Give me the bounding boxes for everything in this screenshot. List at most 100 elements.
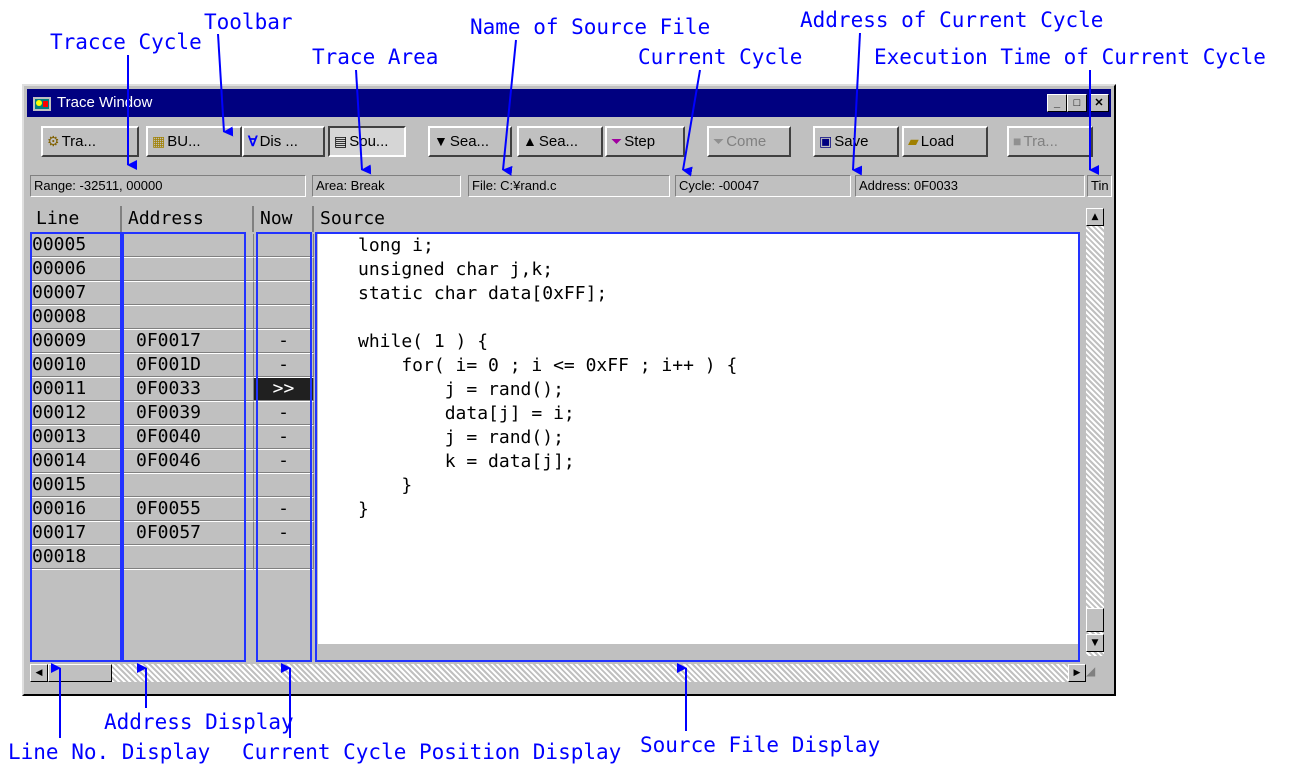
address-cell[interactable]: 0F0057 <box>122 522 254 546</box>
column-header-now[interactable]: Now <box>254 206 314 232</box>
status-range: Range: -32511, 00000 <box>30 175 306 197</box>
address-cell[interactable]: 0F0039 <box>122 402 254 426</box>
address-cell[interactable] <box>122 282 254 306</box>
source-line[interactable]: } <box>358 498 369 522</box>
source-line[interactable]: j = rand(); <box>358 426 564 450</box>
now-cell[interactable]: - <box>254 402 314 426</box>
scroll-up-button[interactable]: ▲ <box>1086 208 1104 226</box>
line-cell[interactable]: 00016 <box>30 498 122 522</box>
address-column: 0F0017 0F001D 0F0033 0F0039 0F0040 0F0046 0F00… <box>122 234 254 645</box>
source-line[interactable]: j = rand(); <box>358 378 564 402</box>
arrow-up-icon: ▲ <box>1091 212 1099 222</box>
resize-grip-icon[interactable]: ◢ <box>1086 664 1106 682</box>
scroll-right-button[interactable]: ▶ <box>1068 664 1086 682</box>
now-cell[interactable]: - <box>254 450 314 474</box>
step-button[interactable]: ⏷ Step <box>605 126 685 157</box>
line-cell[interactable]: 00014 <box>30 450 122 474</box>
trace-stop-button[interactable]: ■ Tra... <box>1007 126 1093 157</box>
column-header-source[interactable]: Source <box>314 206 1086 232</box>
address-cell[interactable]: 0F0033 <box>122 378 254 402</box>
scroll-left-button[interactable]: ◀ <box>30 664 48 682</box>
now-cell[interactable]: - <box>254 330 314 354</box>
source-button-label: Sou... <box>349 133 389 150</box>
title-bar[interactable]: Trace Window _ □ ✕ <box>27 89 1111 117</box>
line-cell[interactable]: 00008 <box>30 306 122 330</box>
save-button[interactable]: ▣ Save <box>813 126 899 157</box>
line-cell[interactable]: 00009 <box>30 330 122 354</box>
search-down-icon: ▼ <box>434 133 448 149</box>
minimize-icon: _ <box>1053 97 1061 109</box>
column-header-address[interactable]: Address <box>122 206 254 232</box>
line-cell[interactable]: 00013 <box>30 426 122 450</box>
address-cell[interactable] <box>122 306 254 330</box>
source-line[interactable]: unsigned char j,k; <box>358 258 553 282</box>
trace-button-label: Tra... <box>61 133 97 150</box>
source-line[interactable]: for( i= 0 ; i <= 0xFF ; i++ ) { <box>358 354 737 378</box>
address-cell[interactable] <box>122 546 254 570</box>
now-cell[interactable]: - <box>254 426 314 450</box>
address-cell[interactable]: 0F0046 <box>122 450 254 474</box>
line-cell[interactable]: 00015 <box>30 474 122 498</box>
callout-trace-area: Trace Area <box>312 45 439 69</box>
trace-stop-icon: ■ <box>1013 133 1022 149</box>
vertical-scroll-thumb[interactable] <box>1086 608 1104 632</box>
address-cell[interactable]: 0F0017 <box>122 330 254 354</box>
column-header-line[interactable]: Line <box>30 206 122 232</box>
disassemble-button-label: Dis ... <box>259 133 298 150</box>
now-cell[interactable] <box>254 258 314 282</box>
now-cell[interactable] <box>254 306 314 330</box>
address-cell[interactable] <box>122 474 254 498</box>
disassemble-button[interactable]: ∀ Dis ... <box>242 126 325 157</box>
now-cell[interactable] <box>254 234 314 258</box>
source-line[interactable]: } <box>358 474 412 498</box>
bus-button[interactable]: ▦ BU... <box>146 126 242 157</box>
now-cell[interactable]: - <box>254 354 314 378</box>
load-button[interactable]: ▰ Load <box>902 126 988 157</box>
address-cell[interactable] <box>122 258 254 282</box>
now-cell[interactable] <box>254 282 314 306</box>
disassemble-icon: ∀ <box>248 133 258 149</box>
line-cell[interactable]: 00005 <box>30 234 122 258</box>
trace-button[interactable]: ⚙ Tra... <box>41 126 139 157</box>
load-icon: ▰ <box>908 133 919 149</box>
close-button[interactable]: ✕ <box>1089 94 1109 112</box>
source-line[interactable]: data[j] = i; <box>358 402 575 426</box>
address-cell[interactable] <box>122 234 254 258</box>
horizontal-scrollbar[interactable]: ◀ ▶ <box>30 664 1086 682</box>
address-cell[interactable]: 0F0055 <box>122 498 254 522</box>
trace-icon: ⚙ <box>47 133 60 149</box>
line-cell[interactable]: 00011 <box>30 378 122 402</box>
source-line[interactable]: static char data[0xFF]; <box>358 282 607 306</box>
search-down-button[interactable]: ▼ Sea... <box>428 126 512 157</box>
callout-execution-time: Execution Time of Current Cycle <box>874 45 1266 69</box>
line-cell[interactable]: 00007 <box>30 282 122 306</box>
horizontal-scroll-thumb[interactable] <box>48 664 112 682</box>
line-cell[interactable]: 00012 <box>30 402 122 426</box>
search-down-label: Sea... <box>449 133 490 150</box>
line-cell[interactable]: 00017 <box>30 522 122 546</box>
come-button[interactable]: ⏷ Come <box>707 126 791 157</box>
source-line[interactable]: k = data[j]; <box>358 450 575 474</box>
line-cell[interactable]: 00006 <box>30 258 122 282</box>
line-cell[interactable]: 00010 <box>30 354 122 378</box>
callout-address-display: Address Display <box>104 710 294 734</box>
source-line[interactable]: long i; <box>358 234 434 258</box>
now-cell[interactable]: - <box>254 522 314 546</box>
source-line[interactable]: while( 1 ) { <box>358 330 488 354</box>
now-cell[interactable]: >> <box>254 378 314 402</box>
source-pane[interactable]: long i; unsigned char j,k; static char dat… <box>318 234 1080 644</box>
line-cell[interactable]: 00018 <box>30 546 122 570</box>
minimize-button[interactable]: _ <box>1047 94 1067 112</box>
source-button[interactable]: ▤ Sou... <box>328 126 406 157</box>
now-column: - - >> - - - - - <box>254 234 314 645</box>
now-cell[interactable] <box>254 474 314 498</box>
status-cycle: Cycle: -00047 <box>675 175 851 197</box>
now-cell[interactable]: - <box>254 498 314 522</box>
address-cell[interactable]: 0F001D <box>122 354 254 378</box>
now-cell[interactable] <box>254 546 314 570</box>
maximize-button[interactable]: □ <box>1067 94 1087 112</box>
address-cell[interactable]: 0F0040 <box>122 426 254 450</box>
scroll-down-button[interactable]: ▼ <box>1086 634 1104 652</box>
vertical-scrollbar[interactable]: ▲ ▼ <box>1086 208 1104 656</box>
search-up-button[interactable]: ▲ Sea... <box>517 126 603 157</box>
